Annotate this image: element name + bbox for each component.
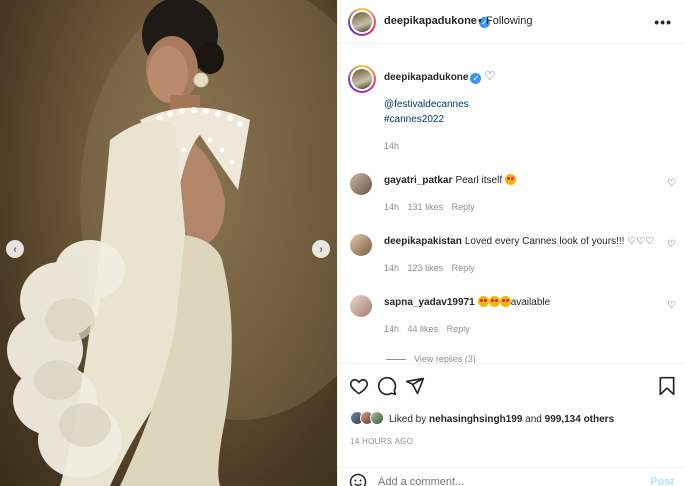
comments-scroll-area[interactable]: deepikapadukone ✓ ♡ @festivaldecannes #ca… [338, 45, 685, 363]
comment-username[interactable]: gayatri_patkar [384, 175, 452, 186]
emoji-icon[interactable] [349, 473, 367, 486]
commenter-avatar[interactable] [350, 173, 372, 195]
comment-meta: 14h 131 likes Reply [384, 202, 475, 212]
comment-likes[interactable]: 44 likes [408, 324, 439, 334]
caption-time: 14h [384, 141, 400, 151]
more-options-icon[interactable]: ••• [654, 14, 672, 30]
next-image-button[interactable]: › [312, 240, 330, 258]
heart-eyes-emoji-icon [477, 296, 489, 307]
comment-likes[interactable]: 131 likes [408, 202, 444, 212]
comment-item: gayatri_patkar Pearl itself [384, 174, 517, 186]
post-header: deepikapadukone ✓ • Following ••• [338, 0, 685, 44]
comment-like-heart-icon[interactable]: ♡ [667, 239, 676, 250]
post-image[interactable]: ‹ › [0, 0, 337, 486]
comment-username[interactable]: sapna_yadav19971 [384, 297, 475, 308]
verified-badge-icon: ✓ [470, 73, 482, 84]
liked-by-user[interactable]: nehasinghsingh199 [429, 414, 522, 425]
caption-heart: ♡ [484, 69, 496, 83]
post-details-panel: deepikapadukone ✓ • Following ••• deepika… [337, 0, 685, 486]
comment-item: deepikapakistan Loved every Cannes look … [384, 235, 654, 247]
post-actions: Liked by nehasinghsingh199 and 999,134 o… [338, 363, 685, 486]
author-username-text[interactable]: deepikapadukone [384, 15, 477, 27]
author-username[interactable]: deepikapadukone ✓ [384, 15, 490, 28]
comment-like-heart-icon[interactable]: ♡ [667, 300, 676, 311]
bookmark-icon[interactable] [658, 376, 676, 396]
caption-mention[interactable]: @festivaldecannes [384, 99, 469, 110]
share-icon[interactable] [405, 376, 425, 396]
liked-by-text: Liked by nehasinghsingh199 and 999,134 o… [389, 414, 614, 425]
comment-time: 14h [384, 263, 400, 273]
view-replies-label[interactable]: View replies (3) [414, 354, 476, 363]
comment-item: sapna_yadav19971 available [384, 296, 550, 308]
following-button[interactable]: Following [486, 15, 532, 27]
reply-button[interactable]: Reply [452, 202, 475, 212]
liked-by-avatars[interactable] [350, 411, 386, 427]
comment-text: available [510, 297, 551, 308]
heart-eyes-emoji-icon [505, 174, 517, 185]
view-replies-line [386, 358, 406, 360]
post-photo-illustration [7, 0, 337, 486]
comment-time: 14h [384, 202, 400, 212]
add-comment-bar: Post [338, 467, 685, 486]
view-replies[interactable]: View replies (3) [386, 354, 476, 363]
heart-eyes-emoji-icon [499, 296, 511, 307]
caption-author-username[interactable]: deepikapadukone [384, 72, 468, 83]
previous-image-button[interactable]: ‹ [6, 240, 24, 258]
comment-time: 14h [384, 324, 400, 334]
post-timestamp[interactable]: 14 HOURS AGO [350, 437, 413, 446]
comment-icon[interactable] [377, 376, 397, 396]
caption-header: deepikapadukone ✓ ♡ [384, 69, 495, 84]
liked-by-and: and [522, 414, 545, 425]
comment-meta: 14h 123 likes Reply [384, 263, 475, 273]
comment-text: Loved every Cannes look of yours!!! ♡♡♡ [464, 236, 655, 247]
comment-likes[interactable]: 123 likes [408, 263, 444, 273]
comment-text: Pearl itself [455, 175, 503, 186]
liked-by-prefix: Liked by [389, 414, 430, 425]
caption-hashtag[interactable]: #cannes2022 [384, 114, 444, 125]
separator-dot: • [478, 15, 482, 27]
commenter-avatar[interactable] [350, 234, 372, 256]
post-comment-button[interactable]: Post [650, 476, 674, 486]
comment-username[interactable]: deepikapakistan [384, 236, 462, 247]
caption-author-avatar[interactable] [348, 65, 376, 93]
commenter-avatar[interactable] [350, 295, 372, 317]
heart-icon[interactable] [349, 376, 369, 396]
comment-meta: 14h 44 likes Reply [384, 324, 470, 334]
reply-button[interactable]: Reply [447, 324, 470, 334]
author-avatar[interactable] [348, 8, 376, 36]
liked-by-others[interactable]: 999,134 others [545, 414, 615, 425]
comment-input[interactable] [378, 476, 618, 486]
heart-eyes-emoji-icon [488, 296, 500, 307]
reply-button[interactable]: Reply [452, 263, 475, 273]
comment-like-heart-icon[interactable]: ♡ [667, 178, 676, 189]
